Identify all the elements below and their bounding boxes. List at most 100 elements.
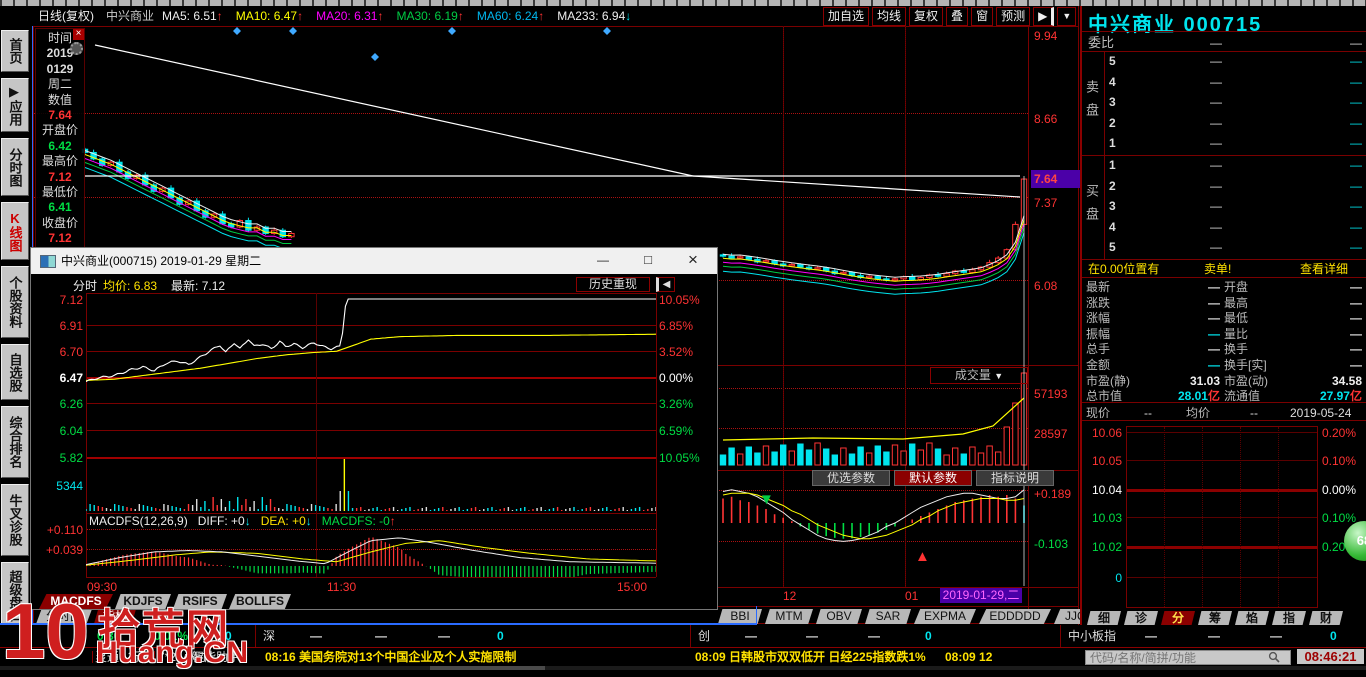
quote-value-4b: — [1350,342,1362,357]
popup-tab-MACDFS[interactable]: MACDFS [39,594,113,609]
panel-tab-筹[interactable]: 筹 [1198,611,1232,625]
popup-left-label-7: 5344 [56,479,83,493]
search-input[interactable] [1085,650,1291,665]
dropdown-icon[interactable]: ▼ [1057,7,1077,26]
statusbar-button-1[interactable]: 行情 [128,651,152,663]
param-button-2[interactable]: 指标说明 [976,470,1054,486]
indicator-tab-OBV[interactable]: OBV [816,609,862,624]
sidebar-item-8[interactable]: 超级盘口 [1,562,29,630]
mini-grid-h1 [1127,460,1317,461]
sidebar-item-7[interactable]: 牛叉诊股 [1,484,29,556]
position-notice: 在0.00位置有 [1088,262,1160,276]
ma-value-5: MA233: 6.94↓ [557,9,632,23]
param-button-1[interactable]: 默认参数 [894,470,972,486]
readout-row-2: 0129 [46,61,74,76]
close-button[interactable]: × [681,250,705,270]
svg-text:▲: ▲ [915,548,930,565]
readout-row-11: 6.41 [48,200,72,215]
toolbar-button-1[interactable]: 均线 [872,7,907,26]
history-replay-button[interactable]: 历史重现 [576,277,650,292]
quote-value-3a: — [1208,326,1220,341]
popup-left-label-0: 7.12 [59,293,83,307]
toolbar-button-4[interactable]: 窗 [971,7,994,26]
weibi-value-2: — [1350,36,1362,50]
popup-tab-KDJFS[interactable]: KDJFS [115,594,171,609]
statusbar-button-3[interactable]: 智能助手 [192,651,240,663]
param-button-0[interactable]: 优选参数 [812,470,890,486]
panel-tab-指[interactable]: 指 [1272,611,1306,625]
mini-grid-v3 [1278,427,1279,607]
toolbar-button-5[interactable]: 预测 [996,7,1031,26]
popup-left-label-2: 6.70 [59,345,83,359]
popup-title-bar[interactable]: 中兴商业(000715) 2019-01-29 星期二 — □ × [31,248,717,274]
mini-left-label-3: 10.03 [1091,511,1122,525]
sidebar-item-6[interactable]: 综合排名 [1,406,29,478]
rewind-icon[interactable]: ◀ [656,277,675,292]
sidebar-item-5[interactable]: 自选股 [1,344,29,400]
sell-level-5: 5 [1109,54,1116,68]
minimize-button[interactable]: — [591,254,615,266]
ma-value-4: MA60: 6.24↑ [476,9,545,23]
buy-label: 买盘 [1084,184,1099,230]
index-value-3-0: — [1145,629,1157,643]
indicator-tab-SAR[interactable]: SAR [865,609,911,624]
panel-tab-财[interactable]: 财 [1309,611,1343,625]
sell-vol-3: — [1350,95,1362,110]
popup-time-1: 11:30 [327,580,357,594]
current-price-label: 7.64 [1031,170,1080,188]
gear-icon[interactable] [70,42,83,55]
sidebar-item-1[interactable]: ▶应用 [1,78,29,132]
news-item-0: 08:16 美国务院对13个中国企业及个人实施限制 [265,650,517,664]
panel-tab-分[interactable]: 分 [1161,611,1195,625]
readout-row-13: 7.12 [48,231,72,246]
buy-price-1: — [1210,158,1222,172]
window-icon [40,255,56,268]
index-value-3-2: — [1270,629,1282,643]
price-underline [1082,420,1366,421]
sell-price-2: — [1210,115,1222,130]
popup-tab-BOLLFS[interactable]: BOLLFS [229,594,291,609]
close-icon[interactable]: × [73,29,84,40]
view-tab-1[interactable]: 指标 [94,609,136,624]
buy-level-5: 5 [1109,240,1116,255]
sidebar-item-0[interactable]: 首页 [1,30,29,72]
forward-icon[interactable]: ▶ [1033,7,1055,26]
quote-value-1b: — [1350,295,1362,310]
buy-price-2: — [1210,178,1222,193]
readout-row-5: 7.64 [48,107,72,122]
readout-row-7: 6.42 [48,138,72,153]
news-item-1: 08:09 日韩股市双双低开 日经225指数跌1% [695,650,926,664]
sidebar-item-3[interactable]: K线图 [1,202,29,260]
readout-row-6: 开盘价 [41,123,78,138]
panel-tab-诊[interactable]: 诊 [1124,611,1158,625]
mini-left-label-4: 10.02 [1091,540,1122,554]
quote-label-2a: 涨幅 [1086,311,1111,326]
volume-indicator-selector[interactable]: 成交量 ▼ [930,367,1028,384]
indicator-tab-EXPMA[interactable]: EXPMA [914,609,976,624]
quote-label-2b: 最低 [1224,311,1249,326]
indicator-tab-EDDDDD[interactable]: EDDDDD [979,609,1051,624]
toolbar-button-3[interactable]: 叠 [946,7,969,26]
popup-right-label-2: 3.52% [659,345,694,359]
toolbar-button-2[interactable]: 复权 [909,7,944,26]
clock: 08:46:21 [1297,649,1364,664]
chevron-down-icon[interactable]: ▼ [994,371,1003,381]
popup-tab-RSIFS[interactable]: RSIFS [173,594,227,609]
panel-tab-细[interactable]: 细 [1087,611,1121,625]
quote-panel: 中兴商业 000715 委比 — — 卖盘 5— —4— —3— —2— —1— — 买盘 1— —2—… [1080,6,1366,625]
popup-time-2: 15:00 [617,580,648,594]
indicator-tab-MTM[interactable]: MTM [765,609,813,624]
sidebar-item-2[interactable]: 分时图 [1,138,29,196]
panel-tab-焰[interactable]: 焰 [1235,611,1269,625]
ma-arrow-5: ↓ [625,9,632,23]
date-tick-1: 01 [905,589,919,603]
maximize-button[interactable]: □ [636,253,660,266]
sidebar-item-4[interactable]: 个股资料 [1,266,29,338]
view-detail-link[interactable]: 查看详细 [1300,263,1348,275]
toolbar-button-0[interactable]: 加自选 [823,7,870,26]
view-tab-0[interactable]: 分时图 [36,609,92,624]
current-date-label: 2019-01-29,二 [940,588,1022,603]
search-icon[interactable] [1268,651,1280,663]
button-divider-0 [92,651,93,663]
statusbar-button-0[interactable]: 灵通 [95,651,119,663]
